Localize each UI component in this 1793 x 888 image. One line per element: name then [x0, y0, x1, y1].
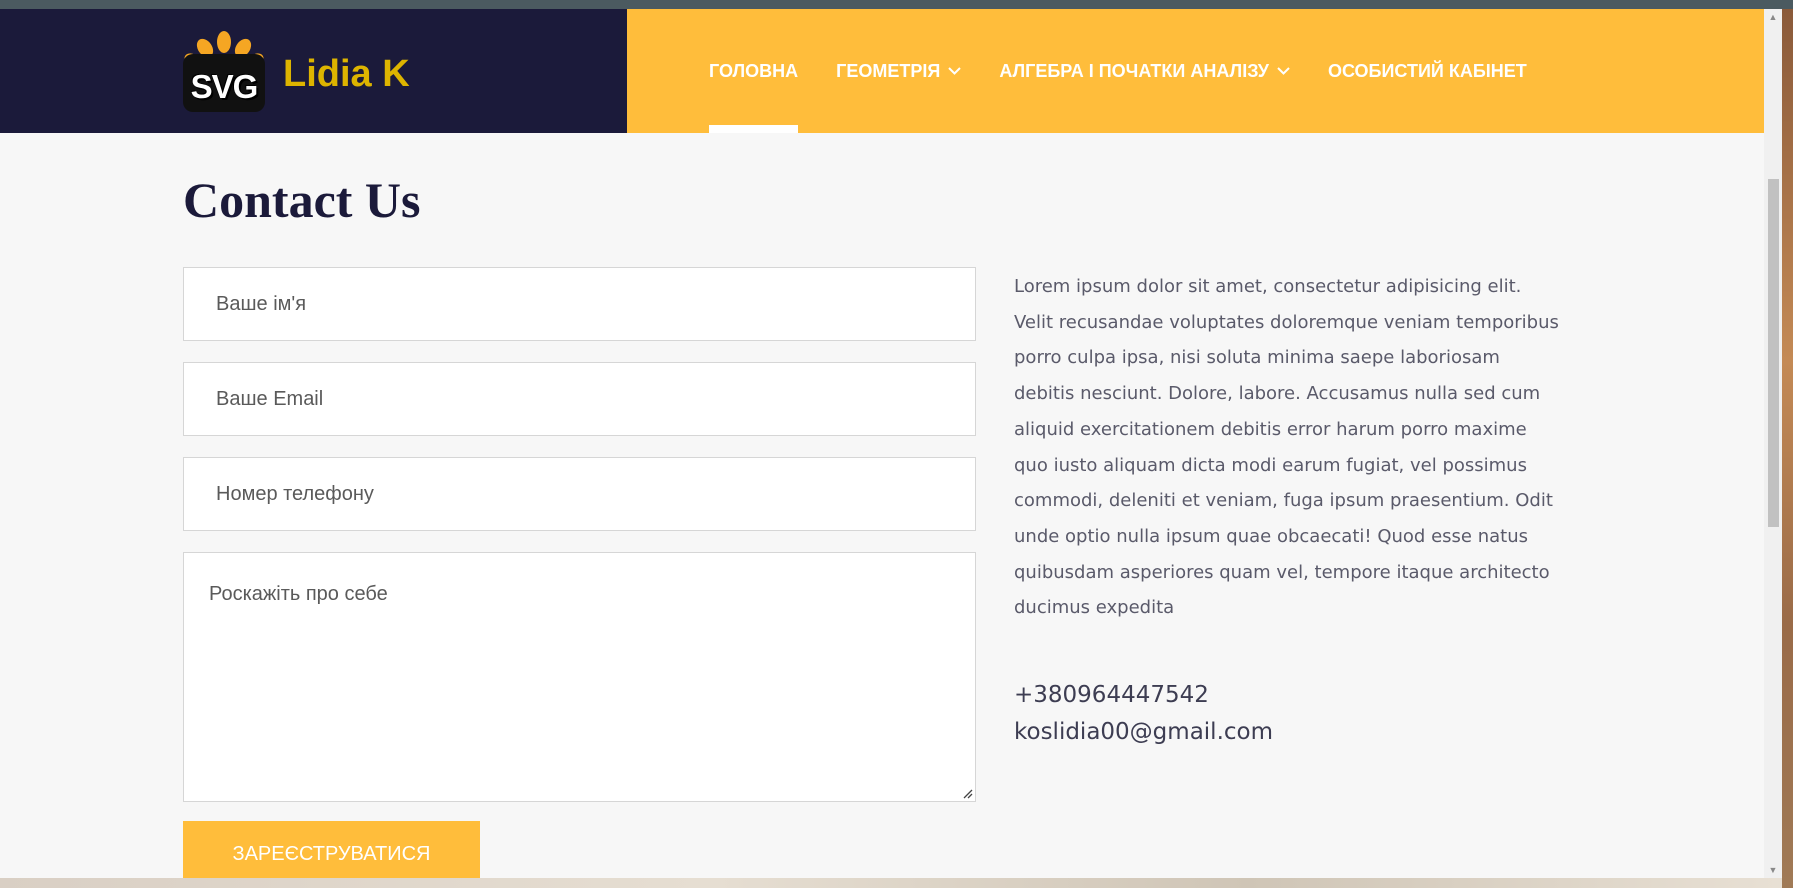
scroll-down-icon[interactable]: ▼ [1764, 862, 1782, 878]
page: SVG Lidia K ГОЛОВНА ГЕОМЕТРІЯ АЛГЕБРА І … [0, 9, 1764, 878]
main-nav: ГОЛОВНА ГЕОМЕТРІЯ АЛГЕБРА І ПОЧАТКИ АНАЛ… [709, 9, 1565, 133]
name-field[interactable]: Ваше ім'я [183, 267, 976, 341]
desktop-background [1782, 9, 1793, 888]
contact-phone[interactable]: +380964447542 [1014, 682, 1209, 708]
nav-item-account[interactable]: ОСОБИСТИЙ КАБІНЕТ [1328, 9, 1527, 133]
site-logo[interactable]: SVG [183, 30, 265, 112]
nav-item-label: АЛГЕБРА І ПОЧАТКИ АНАЛІЗУ [999, 60, 1269, 81]
about-text: Lorem ipsum dolor sit amet, consectetur … [1014, 276, 1559, 619]
name-placeholder: Ваше ім'я [216, 292, 307, 315]
vertical-scrollbar[interactable]: ▲ ▼ [1764, 9, 1782, 878]
nav-item-algebra[interactable]: АЛГЕБРА І ПОЧАТКИ АНАЛІЗУ [999, 9, 1290, 133]
email-placeholder: Ваше Email [216, 387, 324, 410]
message-textarea[interactable]: Роскажіть про себе [183, 552, 976, 802]
resize-handle-icon[interactable] [961, 787, 973, 799]
window-top-border [0, 0, 1793, 9]
site-header: SVG Lidia K ГОЛОВНА ГЕОМЕТРІЯ АЛГЕБРА І … [0, 9, 1764, 133]
phone-field[interactable]: Номер телефону [183, 457, 976, 531]
brand-area: SVG Lidia K [0, 9, 627, 133]
scroll-up-icon[interactable]: ▲ [1764, 9, 1782, 25]
register-button[interactable]: ЗАРЕЄСТРУВАТИСЯ [183, 821, 480, 878]
scroll-thumb[interactable] [1768, 179, 1779, 527]
taskbar-edge [0, 878, 1782, 888]
page-title: Contact Us [183, 172, 421, 228]
chevron-down-icon [1277, 62, 1290, 78]
phone-placeholder: Номер телефону [216, 482, 374, 505]
nav-item-label: ОСОБИСТИЙ КАБІНЕТ [1327, 60, 1527, 81]
nav-item-label: ГОЛОВНА [709, 60, 799, 81]
message-placeholder: Роскажіть про себе [209, 583, 388, 605]
brand-name[interactable]: Lidia K [283, 53, 410, 96]
nav-item-geometry[interactable]: ГЕОМЕТРІЯ [836, 9, 962, 133]
nav-item-home[interactable]: ГОЛОВНА [709, 9, 799, 133]
chevron-down-icon [948, 62, 962, 78]
nav-item-label: ГЕОМЕТРІЯ [836, 60, 941, 81]
logo-text: SVG [190, 68, 259, 105]
contact-email[interactable]: koslidia00@gmail.com [1014, 719, 1273, 745]
email-field[interactable]: Ваше Email [183, 362, 976, 436]
